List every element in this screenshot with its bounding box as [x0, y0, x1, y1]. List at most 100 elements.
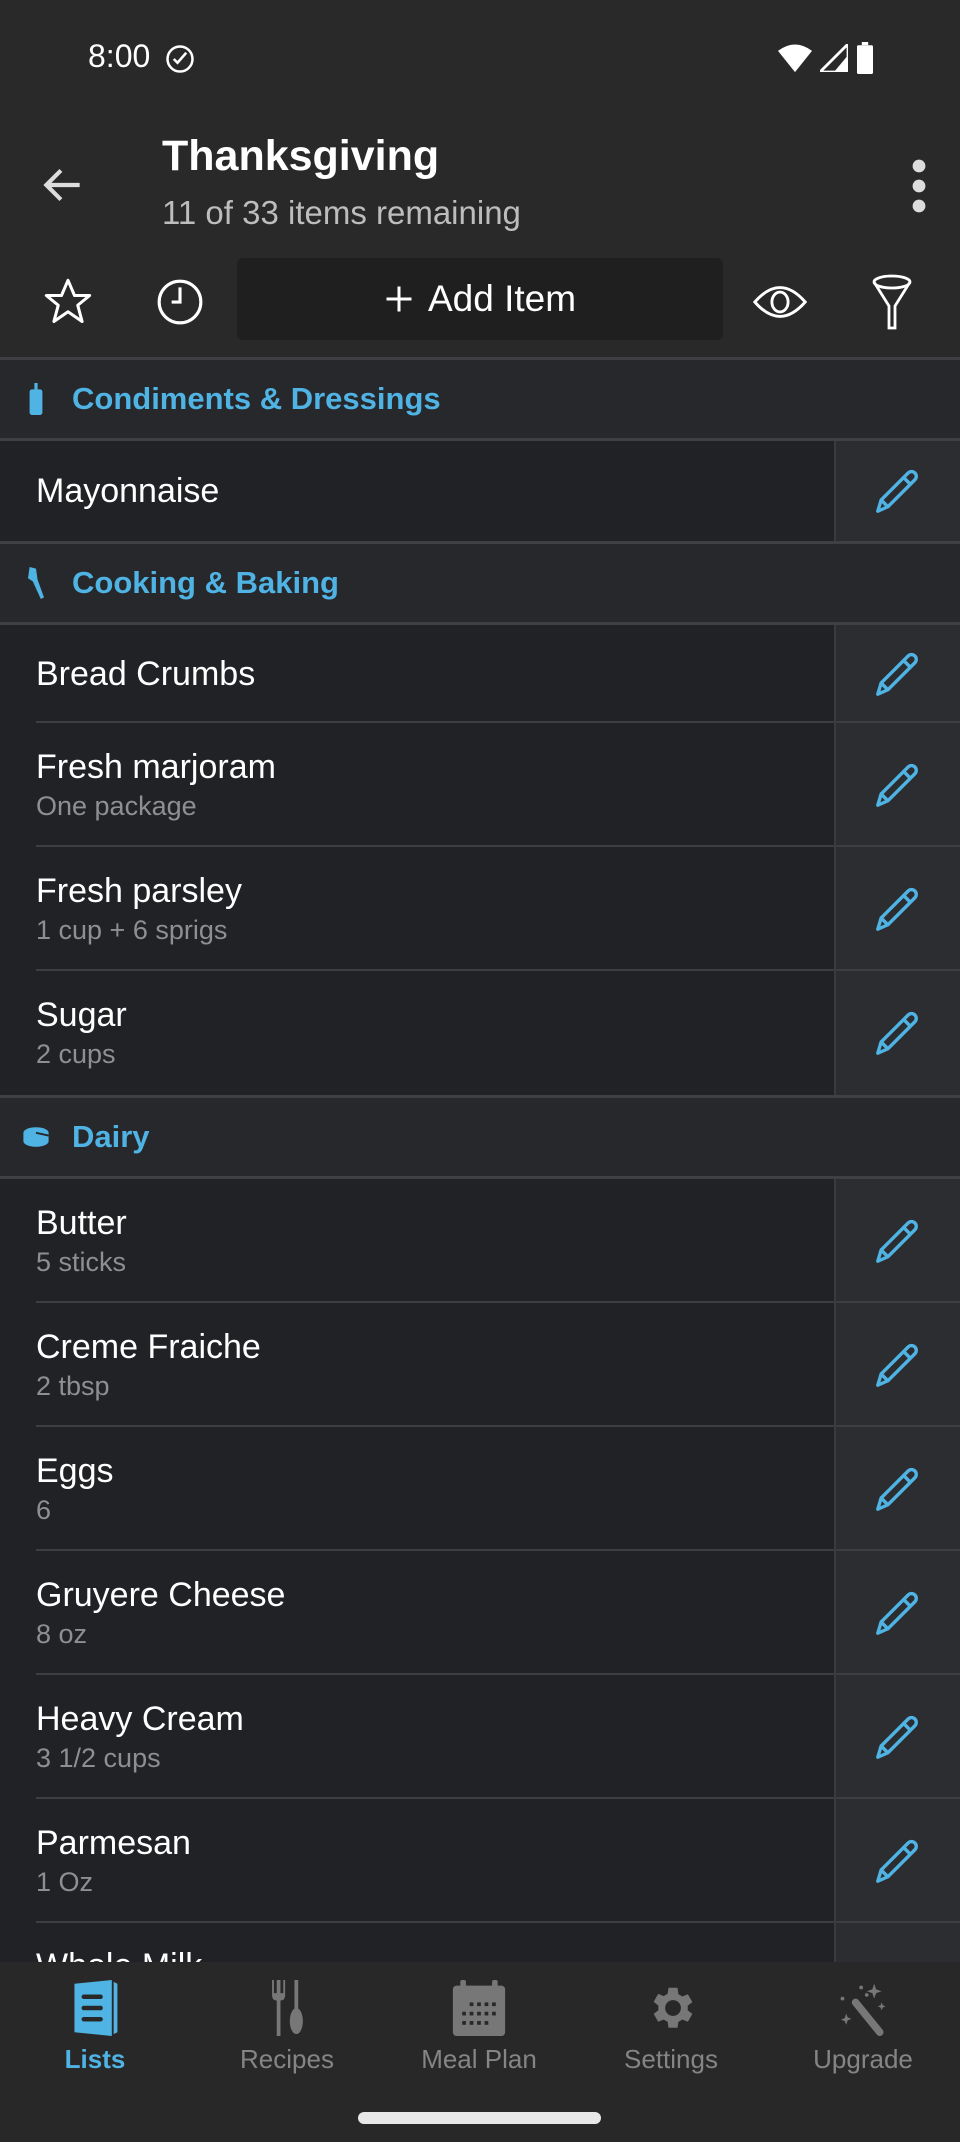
app-bar: Thanksgiving 11 of 33 items remaining Ad… [0, 110, 960, 357]
edit-item-button[interactable] [834, 971, 960, 1095]
pencil-icon [876, 469, 918, 513]
status-time: 8:00 [88, 38, 151, 74]
clock-icon [157, 279, 203, 325]
list-item[interactable]: Creme Fraiche 2 tbsp [0, 1303, 960, 1427]
battery-icon [857, 42, 873, 74]
item-name: Butter [36, 1204, 127, 1242]
page-title: Thanksgiving [162, 132, 440, 180]
nav-label: Recipes [240, 2044, 334, 2074]
item-quantity: 1 Oz [36, 1867, 94, 1897]
add-item-button[interactable]: Add Item [237, 258, 723, 340]
edit-item-button[interactable] [834, 1427, 960, 1551]
nav-label: Settings [624, 2044, 718, 2074]
section-header-cooking-baking[interactable]: Cooking & Baking [0, 541, 960, 625]
item-name: Fresh marjoram [36, 748, 276, 786]
pencil-icon [876, 1839, 918, 1883]
list-item[interactable]: Heavy Cream 3 1/2 cups [0, 1675, 960, 1799]
eye-icon [753, 286, 807, 318]
nav-tab-meal-plan[interactable]: Meal Plan [394, 1980, 564, 2075]
more-options-icon[interactable] [904, 156, 934, 216]
edit-item-button[interactable] [834, 1551, 960, 1675]
list-item[interactable]: Mayonnaise [0, 441, 960, 541]
item-quantity: 1 cup + 6 sprigs [36, 915, 228, 945]
spatula-icon [22, 566, 50, 600]
list-item[interactable]: Gruyere Cheese 8 oz [0, 1551, 960, 1675]
item-quantity: 3 1/2 cups [36, 1743, 161, 1773]
list-item[interactable]: Parmesan 1 Oz [0, 1799, 960, 1923]
list-item[interactable]: Fresh parsley 1 cup + 6 sprigs [0, 847, 960, 971]
list-item[interactable]: Eggs 6 [0, 1427, 960, 1551]
nav-label: Meal Plan [421, 2044, 537, 2074]
bottom-navigation: Lists Recipes Meal Plan Settings Upgrade [0, 1962, 960, 2142]
fork-spoon-icon [257, 1980, 317, 2036]
section-label: Cooking & Baking [72, 565, 339, 600]
item-name: Parmesan [36, 1824, 191, 1862]
history-button[interactable] [150, 272, 210, 332]
item-name: Sugar [36, 996, 127, 1034]
item-quantity: 8 oz [36, 1619, 88, 1649]
star-icon [44, 278, 92, 324]
pencil-icon [876, 763, 918, 807]
item-name: Creme Fraiche [36, 1328, 261, 1366]
edit-item-button[interactable] [834, 1675, 960, 1799]
item-name: Gruyere Cheese [36, 1576, 286, 1614]
pencil-icon [876, 1715, 918, 1759]
edit-item-button[interactable] [834, 847, 960, 971]
edit-item-button[interactable] [834, 1799, 960, 1923]
item-name: Fresh parsley [36, 872, 242, 910]
list-item[interactable]: Fresh marjoram One package [0, 723, 960, 847]
nav-tab-upgrade[interactable]: Upgrade [778, 1980, 948, 2075]
item-quantity: 5 sticks [36, 1247, 127, 1277]
item-name: Mayonnaise [36, 472, 220, 510]
section-header-dairy[interactable]: Dairy [0, 1095, 960, 1179]
filter-button[interactable] [862, 272, 922, 332]
signal-icon [820, 44, 848, 72]
pencil-icon [876, 887, 918, 931]
nav-tab-settings[interactable]: Settings [586, 1980, 756, 2075]
item-quantity: 6 [36, 1495, 52, 1525]
pencil-icon [876, 1219, 918, 1263]
section-label: Condiments & Dressings [72, 381, 441, 416]
add-item-label: Add Item [427, 278, 577, 319]
section-label: Dairy [72, 1119, 150, 1154]
plus-icon [386, 286, 412, 312]
edit-item-button[interactable] [834, 1923, 960, 1962]
section-header-condiments[interactable]: Condiments & Dressings [0, 357, 960, 441]
list-item[interactable]: Butter 5 sticks [0, 1179, 960, 1303]
shopping-list: Condiments & Dressings Mayonnaise Cookin… [0, 357, 960, 1962]
edit-item-button[interactable] [834, 441, 960, 541]
item-name: Whole Milk [36, 1945, 834, 1962]
favorite-button[interactable] [38, 272, 98, 332]
wifi-icon [778, 44, 812, 73]
pencil-icon [876, 1591, 918, 1635]
item-quantity: One package [36, 791, 197, 821]
item-quantity: 2 cups [36, 1039, 116, 1069]
items-remaining: 11 of 33 items remaining [162, 194, 521, 231]
visibility-button[interactable] [750, 272, 810, 332]
bottle-icon [22, 382, 50, 416]
filter-icon [872, 274, 912, 330]
edit-item-button[interactable] [834, 625, 960, 723]
pencil-icon [876, 1011, 918, 1055]
edit-item-button[interactable] [834, 1303, 960, 1427]
gear-icon [641, 1980, 701, 2036]
home-indicator[interactable] [358, 2112, 601, 2124]
item-quantity: 2 tbsp [36, 1371, 110, 1401]
edit-item-button[interactable] [834, 1179, 960, 1303]
status-bar: 8:00 [0, 0, 960, 110]
check-circle-icon [166, 45, 194, 73]
item-name: Bread Crumbs [36, 655, 256, 693]
magic-wand-icon [833, 1980, 893, 2036]
nav-tab-recipes[interactable]: Recipes [202, 1980, 372, 2075]
back-arrow-icon[interactable] [38, 160, 88, 210]
list-item[interactable]: Whole Milk [0, 1923, 960, 1962]
list-item[interactable]: Sugar 2 cups [0, 971, 960, 1095]
list-item[interactable]: Bread Crumbs [0, 625, 960, 723]
edit-item-button[interactable] [834, 723, 960, 847]
nav-label: Upgrade [813, 2044, 913, 2074]
lists-icon [65, 1980, 125, 2036]
cheese-icon [22, 1120, 50, 1154]
pencil-icon [876, 1343, 918, 1387]
nav-tab-lists[interactable]: Lists [10, 1980, 180, 2075]
pencil-icon [876, 652, 918, 696]
